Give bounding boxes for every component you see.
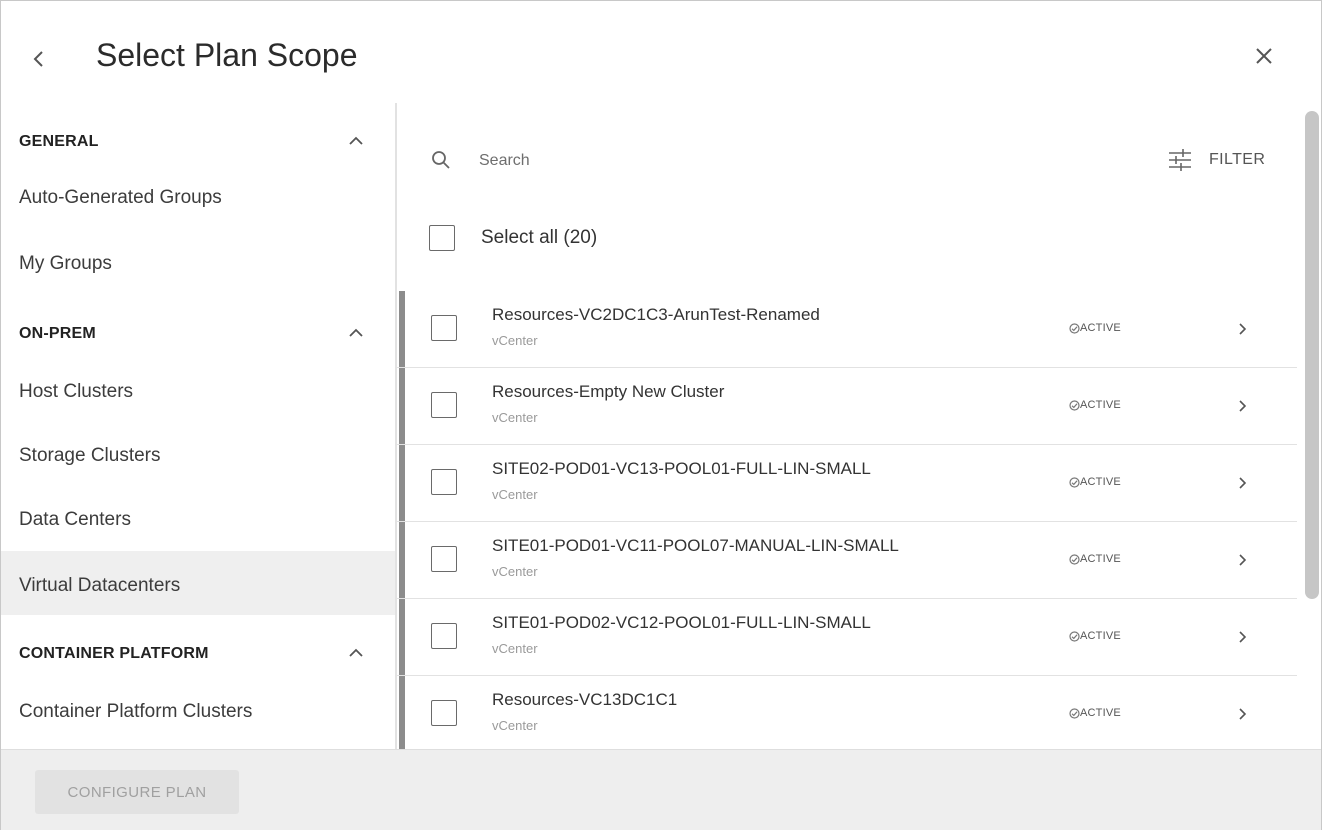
sidebar-item-label: Auto-Generated Groups — [19, 187, 222, 208]
entity-name: Resources-Empty New Cluster — [492, 382, 725, 401]
list-item[interactable]: SITE01-POD02-VC12-POOL01-FULL-LIN-SMALL … — [397, 599, 1297, 676]
row-checkbox[interactable] — [431, 469, 457, 495]
group-label: GENERAL — [19, 133, 99, 150]
entity-list: Resources-VC2DC1C3-ArunTest-Renamed vCen… — [397, 291, 1297, 749]
plan-scope-dialog: Select Plan Scope GENERAL Auto-Generated… — [0, 0, 1322, 830]
sidebar-item-host-clusters[interactable]: Host Clusters — [1, 359, 395, 423]
entity-source: vCenter — [492, 487, 538, 502]
entity-source: vCenter — [492, 410, 538, 425]
scrollbar-thumb[interactable] — [1305, 111, 1319, 599]
list-item[interactable]: Resources-Empty New Cluster vCenter ACTI… — [397, 368, 1297, 445]
list-item[interactable]: SITE02-POD01-VC13-POOL01-FULL-LIN-SMALL … — [397, 445, 1297, 522]
close-button[interactable] — [1249, 39, 1279, 73]
check-circle-icon — [1069, 477, 1080, 488]
entity-name: SITE01-POD02-VC12-POOL01-FULL-LIN-SMALL — [492, 613, 871, 632]
page-title: Select Plan Scope — [96, 37, 358, 73]
row-accent — [399, 445, 405, 521]
list-item[interactable]: Resources-VC13DC1C1 vCenter ACTIVE — [397, 676, 1297, 749]
sidebar-item-label: Data Centers — [19, 509, 131, 530]
row-accent — [399, 291, 405, 367]
entity-source: vCenter — [492, 564, 538, 579]
entity-source: vCenter — [492, 718, 538, 733]
sidebar-item-label: Storage Clusters — [19, 445, 161, 466]
filter-sliders-icon — [1169, 149, 1191, 171]
entity-name: SITE02-POD01-VC13-POOL01-FULL-LIN-SMALL — [492, 459, 871, 478]
status-text: ACTIVE — [1080, 630, 1121, 642]
group-header-on-prem[interactable]: ON-PREM — [1, 303, 395, 363]
dialog-header: Select Plan Scope — [1, 1, 1321, 103]
configure-plan-button[interactable]: CONFIGURE PLAN — [35, 770, 239, 814]
status-text: ACTIVE — [1080, 707, 1121, 719]
row-checkbox[interactable] — [431, 315, 457, 341]
chevron-up-icon — [349, 136, 363, 145]
sidebar-item-container-platform-clusters[interactable]: Container Platform Clusters — [1, 681, 395, 745]
check-circle-icon — [1069, 323, 1080, 334]
entity-name: Resources-VC2DC1C3-ArunTest-Renamed — [492, 305, 820, 324]
row-accent — [399, 599, 405, 675]
chevron-right-icon[interactable] — [1237, 630, 1247, 644]
check-circle-icon — [1069, 400, 1080, 411]
status-text: ACTIVE — [1080, 399, 1121, 411]
sidebar-item-auto-generated-groups[interactable]: Auto-Generated Groups — [1, 167, 395, 231]
row-checkbox[interactable] — [431, 623, 457, 649]
entity-name: Resources-VC13DC1C1 — [492, 690, 678, 709]
sidebar-item-virtual-datacenters[interactable]: Virtual Datacenters — [1, 551, 395, 615]
chevron-right-icon[interactable] — [1237, 707, 1247, 721]
sidebar-item-label: Host Clusters — [19, 381, 134, 402]
chevron-right-icon[interactable] — [1237, 399, 1247, 413]
filter-label: FILTER — [1209, 151, 1266, 168]
scope-entity-list-panel: FILTER Select all (20) Resources-VC2DC1C… — [397, 103, 1297, 749]
entity-name: SITE01-POD01-VC11-POOL07-MANUAL-LIN-SMAL… — [492, 536, 899, 555]
chevron-right-icon[interactable] — [1237, 553, 1247, 567]
select-all-checkbox[interactable]: Select all (20) — [429, 223, 729, 255]
filter-button[interactable]: FILTER — [1167, 147, 1277, 175]
entity-source: vCenter — [492, 641, 538, 656]
row-checkbox[interactable] — [431, 392, 457, 418]
check-circle-icon — [1069, 631, 1080, 642]
row-checkbox[interactable] — [431, 546, 457, 572]
sidebar-item-label: Virtual Datacenters — [19, 575, 181, 596]
chevron-up-icon — [349, 328, 363, 337]
sidebar-item-label: My Groups — [19, 253, 112, 274]
row-accent — [399, 522, 405, 598]
back-button[interactable] — [27, 41, 51, 75]
close-icon — [1256, 48, 1272, 64]
list-item[interactable]: SITE01-POD01-VC11-POOL07-MANUAL-LIN-SMAL… — [397, 522, 1297, 599]
sidebar-item-my-groups[interactable]: My Groups — [1, 233, 395, 297]
group-label: CONTAINER PLATFORM — [19, 645, 209, 662]
row-accent — [399, 676, 405, 749]
chevron-right-icon[interactable] — [1237, 476, 1247, 490]
chevron-left-icon — [33, 51, 43, 67]
group-header-container-platform[interactable]: CONTAINER PLATFORM — [1, 619, 395, 679]
row-checkbox[interactable] — [431, 700, 457, 726]
check-circle-icon — [1069, 554, 1080, 565]
select-all-label: Select all (20) — [481, 227, 598, 248]
status-text: ACTIVE — [1080, 322, 1121, 334]
chevron-right-icon[interactable] — [1237, 322, 1247, 336]
sidebar-item-storage-clusters[interactable]: Storage Clusters — [1, 423, 395, 487]
sidebar-item-label: Container Platform Clusters — [19, 701, 253, 722]
group-header-general[interactable]: GENERAL — [1, 111, 395, 171]
search-icon — [432, 151, 450, 169]
dialog-footer: CONFIGURE PLAN — [1, 749, 1321, 830]
search-input[interactable] — [479, 147, 1079, 175]
status-text: ACTIVE — [1080, 553, 1121, 565]
chevron-up-icon — [349, 648, 363, 657]
row-accent — [399, 368, 405, 444]
list-item[interactable]: Resources-VC2DC1C3-ArunTest-Renamed vCen… — [397, 291, 1297, 368]
entity-source: vCenter — [492, 333, 538, 348]
check-circle-icon — [1069, 708, 1080, 719]
group-label: ON-PREM — [19, 325, 96, 342]
scope-category-sidebar: GENERAL Auto-Generated Groups My Groups … — [1, 103, 395, 749]
sidebar-item-data-centers[interactable]: Data Centers — [1, 487, 395, 551]
status-text: ACTIVE — [1080, 476, 1121, 488]
checkbox[interactable] — [429, 225, 455, 251]
